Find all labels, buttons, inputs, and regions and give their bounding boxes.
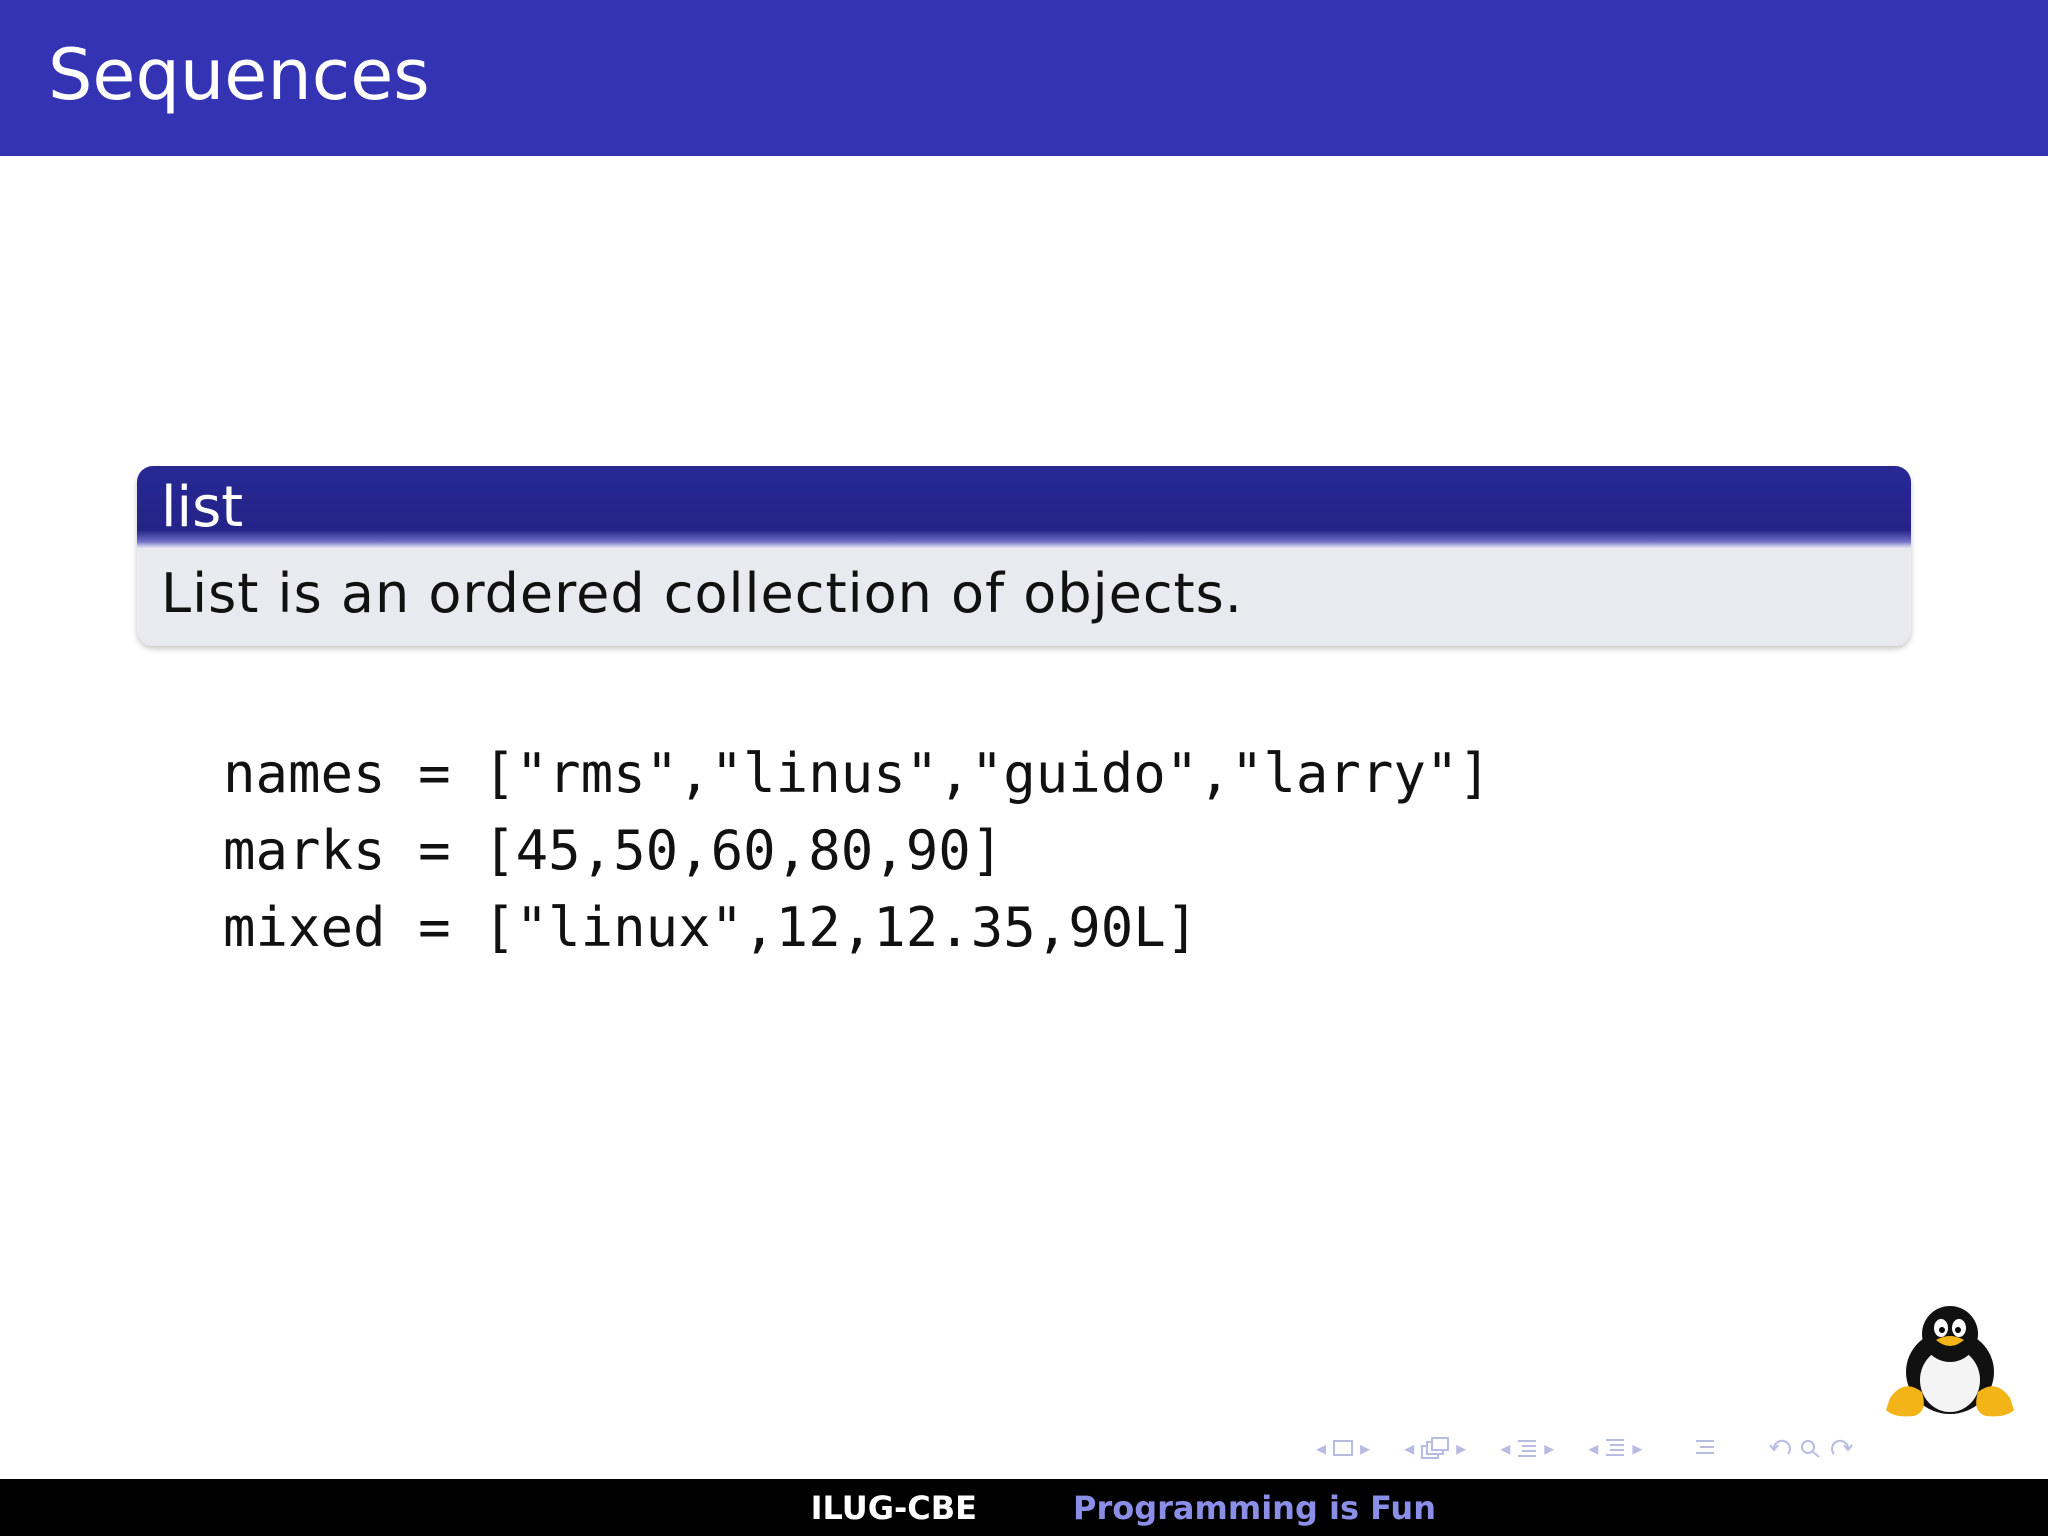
footer-bar: ILUG-CBE Programming is Fun (0, 1479, 2048, 1536)
subsection-nav-icon[interactable] (1420, 1436, 1450, 1460)
toc-icon[interactable] (1694, 1437, 1716, 1459)
block-body: List is an ordered collection of objects… (137, 548, 1911, 646)
section-nav-icon[interactable] (1516, 1437, 1538, 1459)
frame-nav[interactable]: ◂ ▸ (1310, 1438, 1376, 1458)
arrow-right-icon[interactable]: ▸ (1632, 1438, 1642, 1458)
block-title-bar: list (137, 466, 1911, 548)
block-body-text: List is an ordered collection of objects… (161, 562, 1243, 625)
block-title: list (161, 475, 244, 540)
code-line-marks: marks = [45,50,60,80,90] (223, 819, 1004, 882)
arrow-right-icon[interactable]: ▸ (1456, 1438, 1466, 1458)
section-nav[interactable]: ◂ ▸ (1494, 1437, 1560, 1459)
tux-penguin-icon (1886, 1306, 2014, 1417)
arrow-left-icon[interactable]: ◂ (1404, 1438, 1414, 1458)
navigation-bar: ◂ ▸ ◂ ▸ ◂ ▸ ◂ ▸ (1310, 1432, 2030, 1464)
arrow-right-icon[interactable]: ▸ (1544, 1438, 1554, 1458)
search-icon[interactable] (1798, 1437, 1824, 1459)
code-listing: names = ["rms","linus","guido","larry"] … (223, 735, 1491, 966)
toc-nav[interactable] (1694, 1437, 1716, 1459)
footer-institute: ILUG-CBE (810, 1488, 977, 1527)
definition-block: list List is an ordered collection of ob… (137, 466, 1911, 646)
code-line-mixed: mixed = ["linux",12,12.35,90L] (223, 896, 1199, 959)
footer-talk-title: Programming is Fun (1073, 1488, 1436, 1527)
footer-left-panel: ILUG-CBE (0, 1479, 1023, 1536)
footer-right-panel: Programming is Fun (1023, 1479, 2048, 1536)
frame-nav-icon[interactable] (1332, 1439, 1354, 1457)
frame-title: Sequences (48, 34, 430, 116)
frame-title-bar: Sequences (0, 0, 2048, 156)
arrow-left-icon[interactable]: ◂ (1588, 1438, 1598, 1458)
back-icon[interactable] (1768, 1437, 1794, 1459)
arrow-right-icon[interactable]: ▸ (1360, 1438, 1370, 1458)
search-nav[interactable] (1768, 1437, 1854, 1459)
forward-icon[interactable] (1828, 1437, 1854, 1459)
code-line-names: names = ["rms","linus","guido","larry"] (223, 742, 1491, 805)
document-nav-icon[interactable] (1604, 1437, 1626, 1459)
subsection-nav[interactable]: ◂ ▸ (1398, 1436, 1472, 1460)
slide: Sequences list List is an ordered collec… (0, 0, 2048, 1536)
document-nav[interactable]: ◂ ▸ (1582, 1437, 1648, 1459)
arrow-left-icon[interactable]: ◂ (1500, 1438, 1510, 1458)
arrow-left-icon[interactable]: ◂ (1316, 1438, 1326, 1458)
